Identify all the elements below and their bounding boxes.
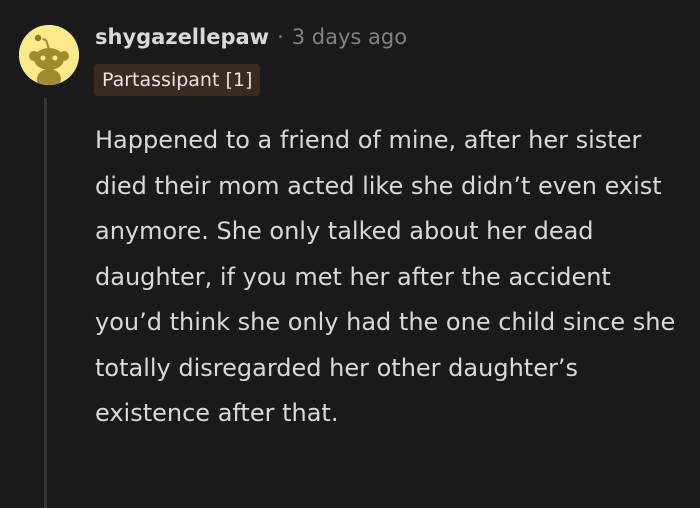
comment: shygazellepaw · 3 days ago Partassipant …	[0, 0, 700, 508]
username[interactable]: shygazellepaw	[95, 25, 269, 49]
snoo-avatar-icon	[19, 25, 79, 85]
separator-dot: ·	[277, 25, 284, 49]
comment-meta: shygazellepaw · 3 days ago	[95, 22, 407, 52]
user-flair: Partassipant [1]	[94, 64, 261, 96]
timestamp[interactable]: 3 days ago	[292, 25, 407, 49]
thread-collapse-line[interactable]	[44, 98, 47, 508]
avatar[interactable]	[19, 25, 79, 85]
comment-body: Happened to a friend of mine, after her …	[95, 126, 676, 427]
